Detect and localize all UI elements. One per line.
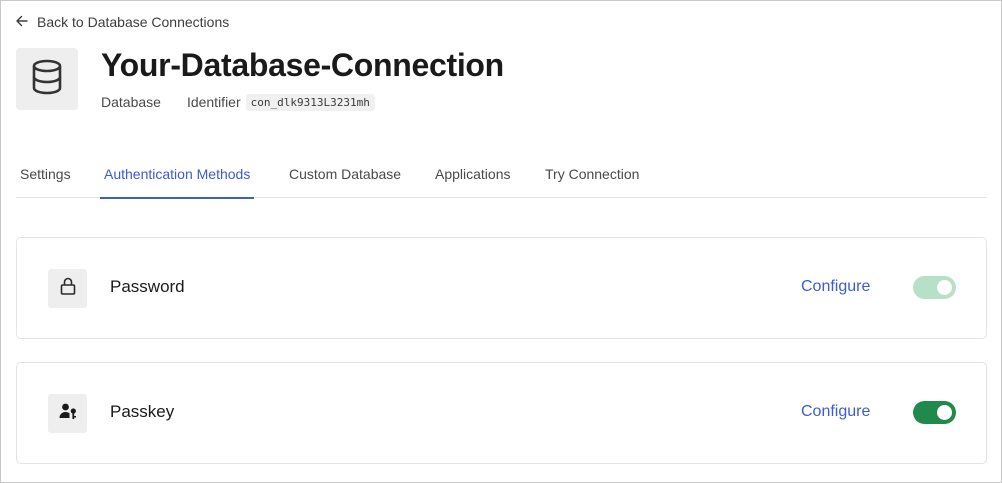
database-icon bbox=[30, 59, 64, 100]
passkey-icon-box bbox=[48, 394, 87, 433]
toggle-knob bbox=[937, 405, 952, 420]
configure-passkey-link[interactable]: Configure bbox=[801, 403, 870, 421]
identifier-value: con_dlk9313L3231mh bbox=[245, 93, 375, 111]
tab-authentication-methods[interactable]: Authentication Methods bbox=[99, 156, 255, 199]
connection-type: Database bbox=[101, 94, 161, 110]
user-key-icon bbox=[58, 401, 78, 426]
tab-applications[interactable]: Applications bbox=[435, 156, 511, 198]
method-name-passkey: Passkey bbox=[110, 402, 175, 421]
auth-method-card-passkey: Passkey Configure bbox=[16, 362, 987, 464]
tab-settings[interactable]: Settings bbox=[20, 156, 71, 198]
page-title: Your-Database-Connection bbox=[101, 47, 504, 83]
back-link[interactable]: Back to Database Connections bbox=[15, 12, 229, 32]
back-link-label: Back to Database Connections bbox=[37, 14, 230, 30]
connection-meta: Database Identifier con_dlk9313L3231mh bbox=[101, 92, 375, 112]
toggle-knob bbox=[937, 280, 952, 295]
method-name-password: Password bbox=[110, 277, 185, 296]
password-toggle[interactable] bbox=[913, 276, 956, 299]
identifier-label: Identifier bbox=[186, 94, 241, 110]
arrow-left-icon bbox=[15, 14, 29, 31]
password-icon-box bbox=[48, 269, 87, 308]
tab-custom-database[interactable]: Custom Database bbox=[289, 156, 401, 198]
configure-password-link[interactable]: Configure bbox=[801, 278, 870, 296]
auth-method-card-password: Password Configure bbox=[16, 237, 987, 339]
tab-bar: Settings Authentication Methods Custom D… bbox=[16, 156, 987, 199]
page-frame: Back to Database Connections Your-Databa… bbox=[0, 0, 1002, 483]
tab-try-connection[interactable]: Try Connection bbox=[545, 156, 639, 198]
lock-icon bbox=[58, 276, 78, 301]
passkey-toggle[interactable] bbox=[913, 401, 956, 424]
database-icon-tile bbox=[16, 48, 78, 110]
